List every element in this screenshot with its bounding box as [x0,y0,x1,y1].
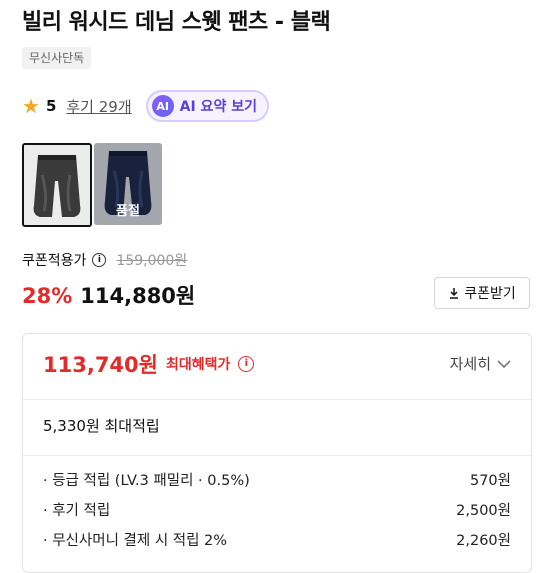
rating-row: ★ 5 후기 29개 AI AI 요약 보기 [22,90,269,122]
coupon-price-label: 쿠폰적용가 [22,253,87,269]
divider [23,455,531,456]
divider [23,399,531,400]
breakdown-label: · 무신사머니 결제 시 적립 2% [43,533,228,549]
max-points: 5,330원 최대적립 [43,417,160,435]
breakdown-value: 570원 [469,473,511,489]
chevron-down-icon [497,359,511,368]
breakdown-value: 2,500원 [456,503,511,519]
thumbnail-blue-jeans[interactable]: 품절 [94,143,162,225]
soldout-label: 품절 [116,204,140,219]
price-row: 28% 114,880원 [22,280,195,310]
coupon-price-label-row: 쿠폰적용가 i 159,000원 [22,250,187,270]
sale-price: 114,880원 [80,284,196,308]
points-breakdown: · 등급 적립 (LV.3 패밀리 · 0.5%) 570원 · 후기 적립 2… [43,470,511,560]
info-icon[interactable]: i [238,356,255,372]
download-icon [450,288,459,299]
ai-summary-label: AI 요약 보기 [179,99,257,115]
breakdown-label: · 등급 적립 (LV.3 패밀리 · 0.5%) [43,473,250,489]
star-icon: ★ [22,94,40,118]
breakdown-label: · 후기 적립 [43,503,111,519]
jeans-image [24,145,90,225]
max-benefit-label: 최대혜택가 [165,357,231,373]
discount-rate: 28% [22,284,73,308]
get-coupon-label: 쿠폰받기 [464,286,516,302]
details-label: 자세히 [449,355,491,373]
thumbnail-black-jeans[interactable] [22,143,92,227]
info-icon[interactable]: i [92,253,107,267]
breakdown-value: 2,260원 [456,533,511,549]
list-item: · 등급 적립 (LV.3 패밀리 · 0.5%) 570원 [43,470,511,500]
max-benefit-price: 113,740원 [43,353,158,377]
max-benefit-row: 113,740원 최대혜택가 i [43,349,255,379]
exclusive-badge: 무신사단독 [22,47,92,69]
review-link[interactable]: 후기 29개 [66,96,131,117]
ai-summary-button[interactable]: AI AI 요약 보기 [145,90,269,122]
ai-icon: AI [151,95,174,117]
list-item: · 무신사머니 결제 시 적립 2% 2,260원 [43,530,511,560]
original-price: 159,000원 [116,253,188,269]
get-coupon-button[interactable]: 쿠폰받기 [434,277,530,309]
product-title: 빌리 워시드 데님 스웻 팬츠 - 블랙 [22,10,331,35]
list-item: · 후기 적립 2,500원 [43,500,511,530]
benefit-panel: 113,740원 최대혜택가 i 자세히 5,330원 최대적립 · 등급 적립… [22,333,532,573]
rating-value: 5 [45,97,57,115]
details-button[interactable]: 자세히 [450,353,511,374]
